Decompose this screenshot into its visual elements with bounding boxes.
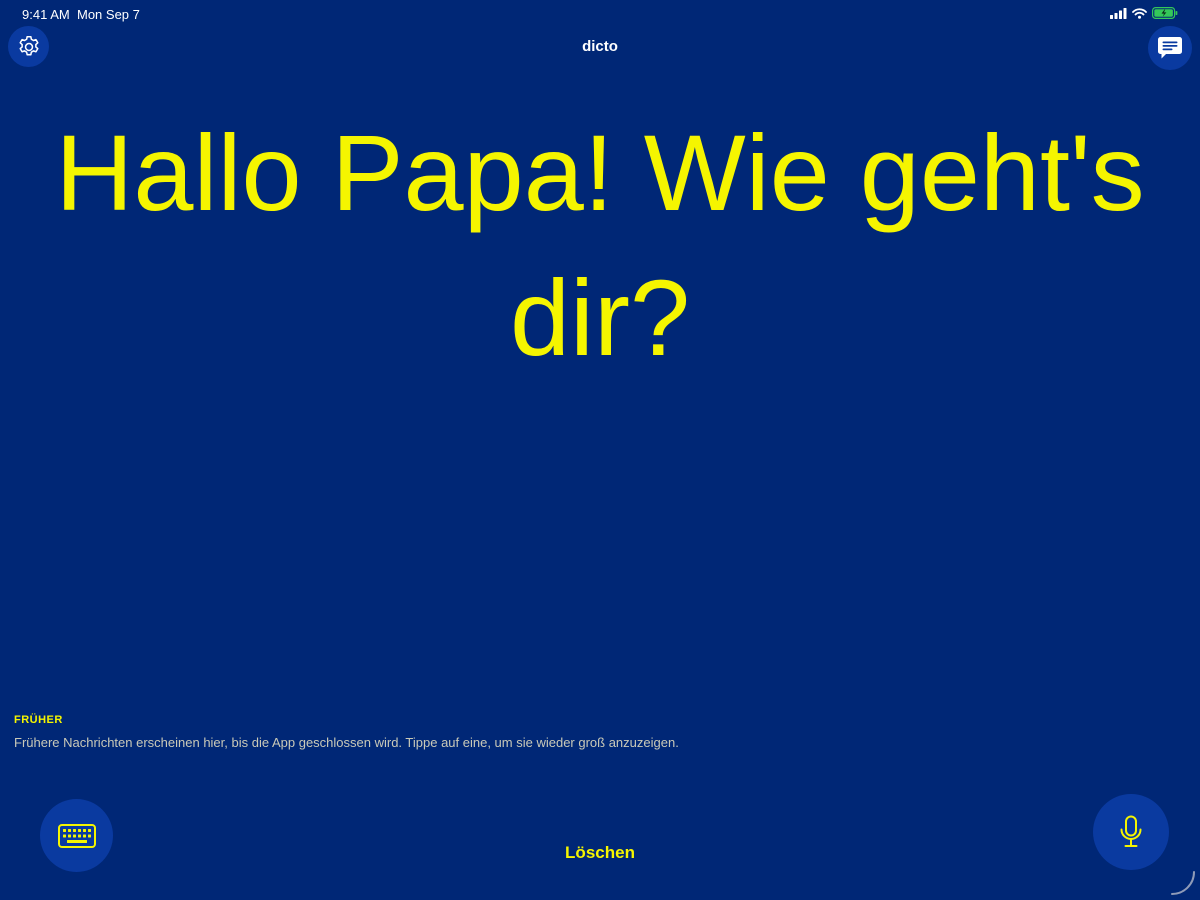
wifi-icon [1132,7,1147,19]
history-section: FRÜHER Frühere Nachrichten erscheinen hi… [14,714,1114,750]
microphone-button[interactable] [1093,794,1169,870]
chat-button[interactable] [1148,26,1192,70]
status-date: Mon Sep 7 [77,7,140,22]
status-indicators [1110,7,1178,19]
clear-button[interactable]: Löschen [0,843,1200,863]
battery-charging-icon [1152,7,1178,19]
cellular-signal-icon [1110,7,1127,19]
chat-bubble-icon [1158,37,1182,59]
status-bar: 9:41 AM Mon Sep 7 [0,0,1200,28]
microphone-icon [1120,815,1142,847]
resize-corner-icon [1171,871,1195,895]
current-message[interactable]: Hallo Papa! Wie geht's dir? [20,100,1180,390]
history-heading: FRÜHER [14,714,63,726]
app-title: dicto [582,38,618,55]
status-time: 9:41 AM [22,7,70,22]
history-hint: Frühere Nachrichten erscheinen hier, bis… [14,735,679,750]
